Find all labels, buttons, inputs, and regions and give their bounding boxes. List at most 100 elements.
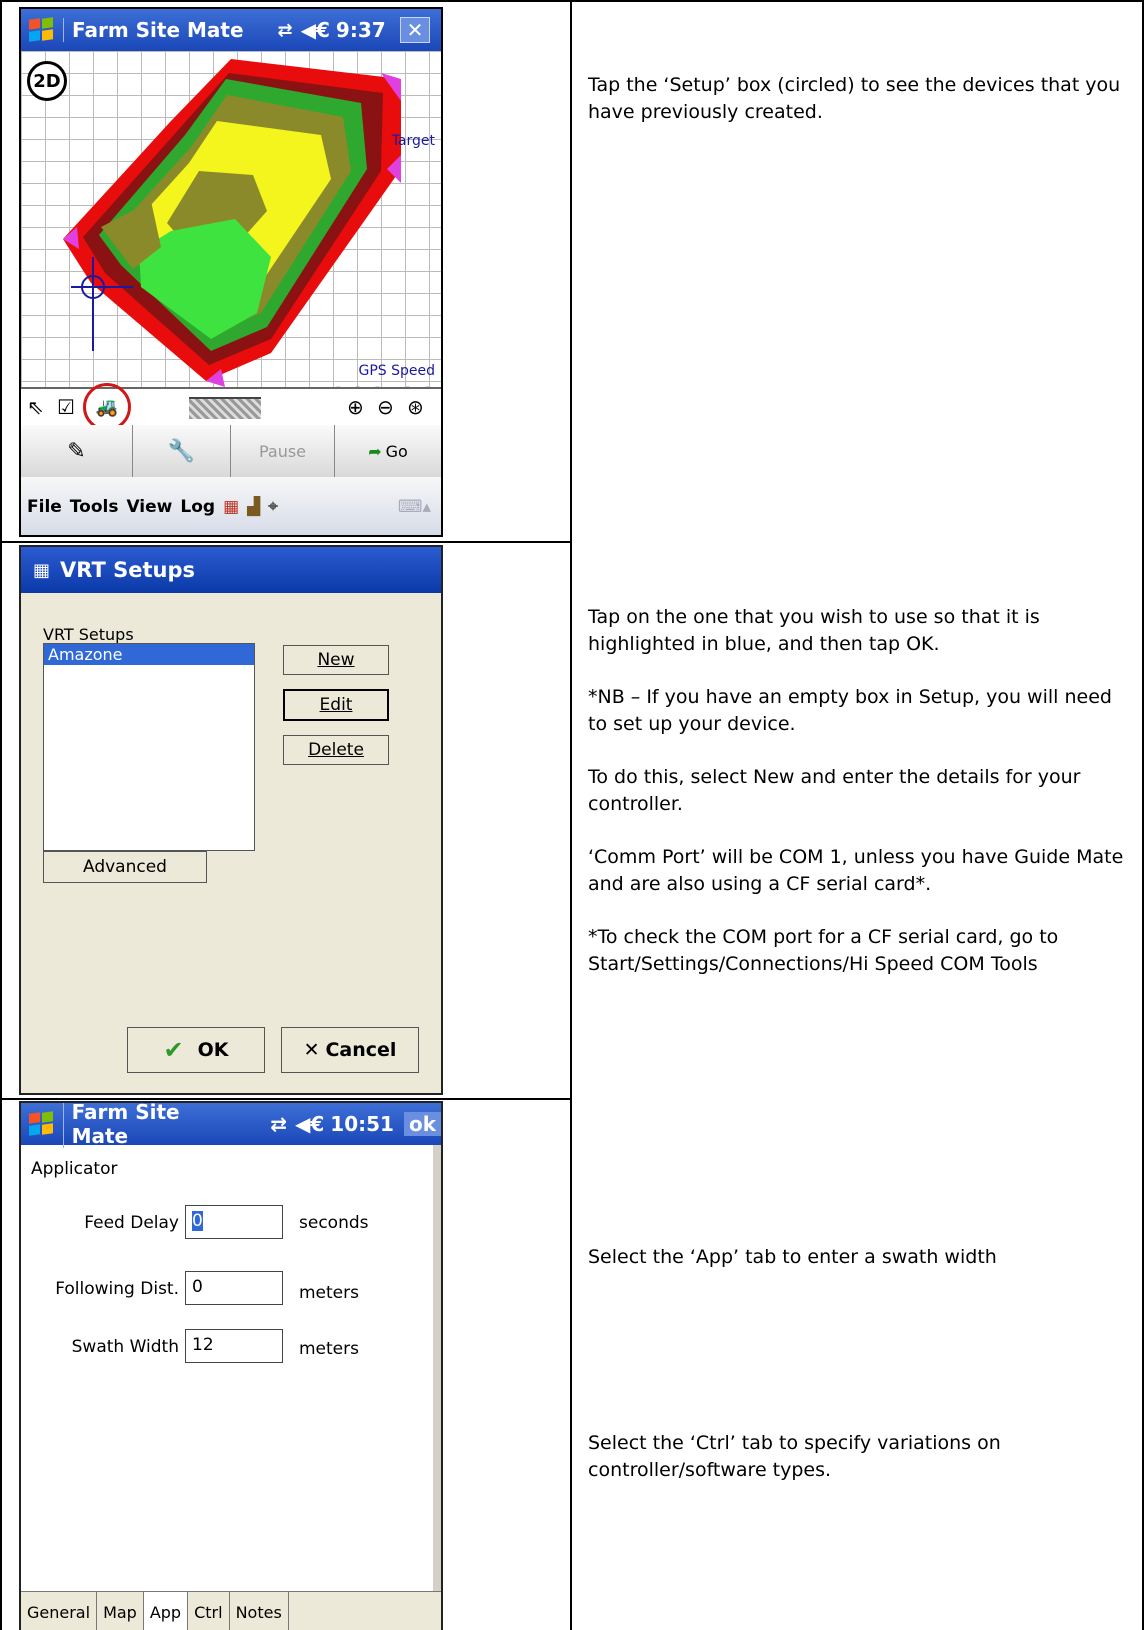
- pause-label: Pause: [258, 441, 307, 461]
- cancel-button[interactable]: ✕ Cancel: [281, 1027, 419, 1073]
- title-bar-2: Farm Site Mate ⇄ ◀€ 10:51 ok: [21, 1103, 441, 1148]
- clock: 9:37: [335, 18, 386, 42]
- close-icon[interactable]: ✕: [399, 17, 431, 43]
- following-dist-value: 0: [192, 1277, 203, 1297]
- instruction-com-check: *To check the COM port for a CF serial c…: [588, 926, 1059, 975]
- vrt-app-icon: ▦: [33, 559, 51, 581]
- setup-tools-button[interactable]: 🔧: [133, 425, 231, 477]
- ok-title-button[interactable]: ok: [403, 1112, 441, 1136]
- ok-button[interactable]: ✔ OK: [127, 1027, 265, 1073]
- advanced-label: Advanced: [83, 857, 167, 877]
- menu-tools[interactable]: Tools: [70, 497, 119, 517]
- vrt-setups-list[interactable]: Amazone: [43, 643, 255, 851]
- advanced-button[interactable]: Advanced: [43, 851, 207, 883]
- edit-button[interactable]: ✎: [21, 425, 133, 477]
- instructions-vrt: Tap on the one that you wish to use so t…: [588, 604, 1128, 1004]
- tab-app[interactable]: App: [143, 1592, 189, 1630]
- zoom-out-icon[interactable]: ⊖: [377, 395, 394, 419]
- instruction-setup: Tap the ‘Setup’ box (circled) to see the…: [588, 74, 1121, 123]
- menu-log[interactable]: Log: [180, 497, 215, 517]
- delete-label: Delete: [308, 740, 364, 760]
- app-title: Farm Site Mate: [63, 18, 244, 42]
- edit-setup-button[interactable]: Edit: [283, 689, 389, 721]
- feed-delay-value: 0: [192, 1211, 203, 1231]
- cancel-label: Cancel: [325, 1039, 397, 1061]
- dialog-title: VRT Setups: [60, 558, 196, 582]
- swath-width-unit: meters: [299, 1339, 359, 1359]
- tool-row: ⇖ ☑ 🚜 ⊕ ⊖ ⊛: [21, 383, 441, 431]
- list-item-selected[interactable]: Amazone: [44, 644, 254, 665]
- connectivity-icon-2: ⇄: [270, 1112, 287, 1136]
- go-button[interactable]: ➦ Go: [335, 425, 441, 477]
- menu-bar: File Tools View Log ▦ ▟ ⌖ ⌨▴: [21, 477, 441, 535]
- row-divider-2: [0, 1098, 572, 1100]
- pda-applicator-screen: Farm Site Mate ⇄ ◀€ 10:51 ok Applicator …: [19, 1101, 443, 1630]
- arrow-icon[interactable]: ⇖: [27, 395, 44, 419]
- new-label: New: [317, 650, 355, 670]
- go-label: Go: [385, 441, 408, 461]
- list-label: VRT Setups: [43, 625, 134, 644]
- tab-general[interactable]: General: [21, 1592, 98, 1630]
- zoom-fit-icon[interactable]: ⊛: [407, 395, 424, 419]
- cancel-x-icon: ✕: [303, 1039, 320, 1061]
- boom-section-icon: [189, 397, 261, 419]
- vrt-setups-dialog: ▦ VRT Setups VRT Setups Amazone New Edit…: [19, 545, 443, 1095]
- dialog-title-bar: ▦ VRT Setups: [21, 547, 441, 593]
- map-area[interactable]: 2D Target GPS Speed -999.00: [21, 51, 441, 423]
- title-bar: Farm Site Mate ⇄ ◀€ 9:37 ✕: [21, 9, 441, 51]
- grid-icon[interactable]: ▦: [223, 497, 239, 517]
- table-border-top: [0, 0, 1144, 2]
- column-divider: [570, 0, 572, 1630]
- feed-delay-input[interactable]: 0: [185, 1205, 283, 1239]
- tab-map[interactable]: Map: [97, 1592, 144, 1630]
- swath-width-input[interactable]: 12: [185, 1329, 283, 1363]
- zoom-in-icon[interactable]: ⊕: [347, 395, 364, 419]
- delete-button[interactable]: Delete: [283, 735, 389, 765]
- edit-label: Edit: [319, 695, 353, 715]
- checklist-icon[interactable]: ☑: [57, 395, 75, 419]
- instruction-ctrl-tab: Select the ‘Ctrl’ tab to specify variati…: [588, 1432, 1001, 1481]
- swath-width-value: 12: [192, 1335, 214, 1355]
- windows-start-icon-2[interactable]: [29, 1111, 55, 1136]
- edit-icon: ✎: [67, 438, 86, 464]
- instruction-nb: *NB – If you have an empty box in Setup,…: [588, 686, 1112, 735]
- instruction-comm-port: ‘Comm Port’ will be COM 1, unless you ha…: [588, 846, 1124, 895]
- scrollbar[interactable]: [433, 1145, 441, 1591]
- menu-view[interactable]: View: [126, 497, 172, 517]
- following-dist-unit: meters: [299, 1283, 359, 1303]
- tractor-icon[interactable]: 🚜: [83, 383, 131, 431]
- gps-speed-label: GPS Speed: [358, 363, 435, 379]
- ok-label: OK: [197, 1039, 229, 1061]
- instruction-select: Tap on the one that you wish to use so t…: [588, 606, 1040, 655]
- volume-icon-2[interactable]: ◀€: [295, 1112, 324, 1136]
- pause-button[interactable]: Pause: [231, 425, 335, 477]
- instruction-app-tab: Select the ‘App’ tab to enter a swath wi…: [588, 1246, 997, 1268]
- applicator-heading: Applicator: [31, 1159, 118, 1179]
- check-icon: ✔: [163, 1036, 184, 1064]
- windows-start-icon[interactable]: [29, 17, 55, 42]
- gps-receiver-icon[interactable]: ⌖: [268, 497, 278, 517]
- table-border-left: [0, 0, 2, 1630]
- mode-badge[interactable]: 2D: [27, 61, 67, 101]
- tab-ctrl[interactable]: Ctrl: [188, 1592, 230, 1630]
- volume-icon[interactable]: ◀€: [301, 18, 330, 42]
- clock-2: 10:51: [330, 1112, 394, 1136]
- app-title-2: Farm Site Mate: [62, 1103, 241, 1148]
- menu-file[interactable]: File: [27, 497, 62, 517]
- tab-strip: General Map App Ctrl Notes: [21, 1591, 441, 1630]
- new-button[interactable]: New: [283, 645, 389, 675]
- folder-icon[interactable]: ▟: [247, 497, 260, 517]
- target-label: Target: [391, 133, 435, 149]
- go-arrow-icon: ➦: [368, 441, 382, 461]
- tab-notes[interactable]: Notes: [230, 1592, 289, 1630]
- feed-delay-unit: seconds: [299, 1213, 369, 1233]
- following-dist-input[interactable]: 0: [185, 1271, 283, 1305]
- feed-delay-label: Feed Delay: [84, 1213, 179, 1233]
- following-dist-label: Following Dist.: [55, 1279, 179, 1299]
- swath-width-label: Swath Width: [71, 1337, 179, 1357]
- connectivity-icon: ⇄: [277, 19, 293, 41]
- instruction-new: To do this, select New and enter the det…: [588, 766, 1081, 815]
- pda-map-screen: Farm Site Mate ⇄ ◀€ 9:37 ✕ 2D Target GPS…: [19, 7, 443, 537]
- wrench-icon: 🔧: [167, 438, 196, 464]
- keyboard-icon[interactable]: ⌨▴: [398, 497, 431, 517]
